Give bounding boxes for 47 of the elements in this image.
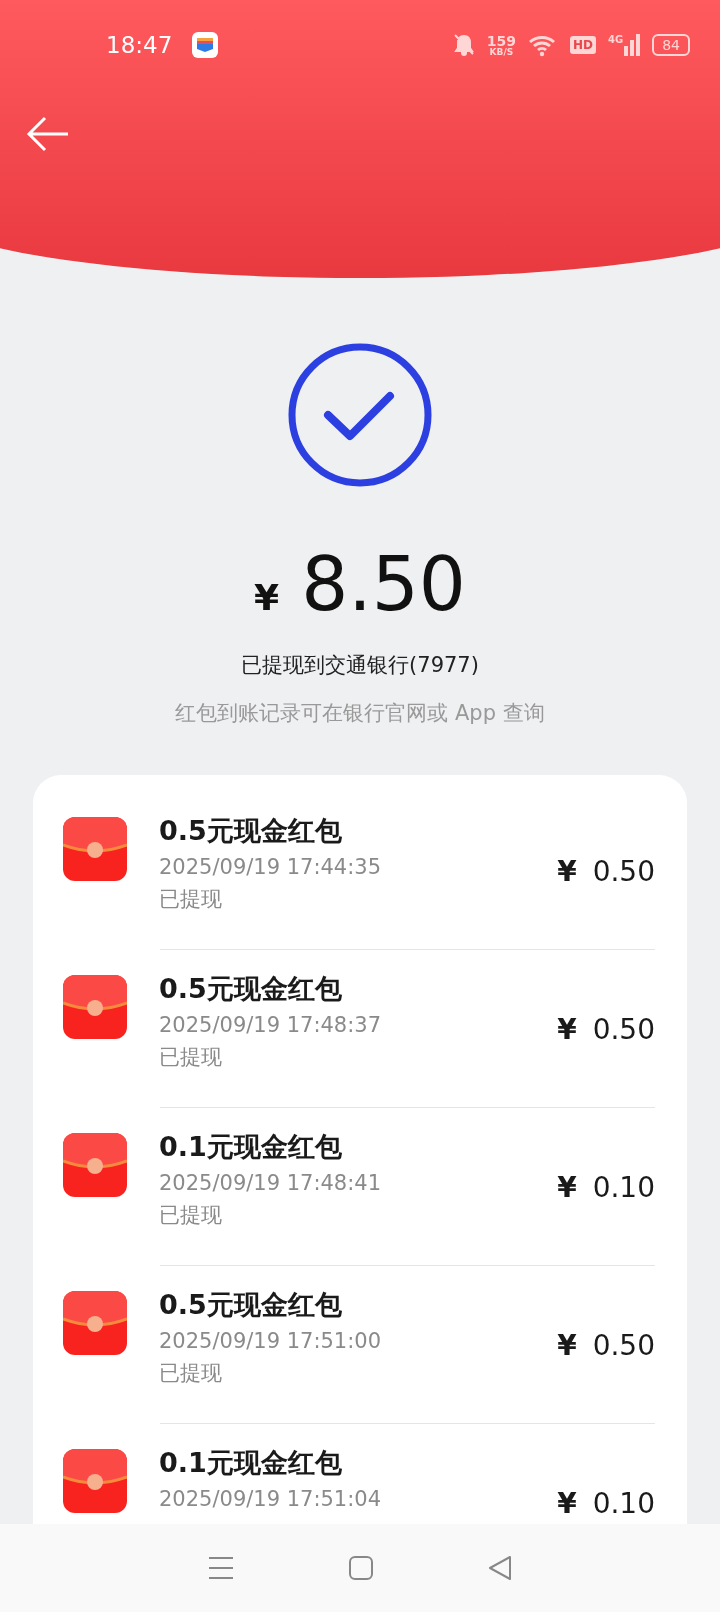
record-time: 2025/09/19 17:44:35 <box>159 855 383 880</box>
withdraw-destination: 已提现到交通银行(7977) <box>241 652 479 680</box>
record-amount: 0.50 <box>592 1329 655 1363</box>
currency-symbol: ¥ <box>557 1329 577 1363</box>
wallet-app-icon <box>192 32 219 58</box>
muted-bell-icon <box>452 33 475 57</box>
back-icon[interactable] <box>488 1555 513 1581</box>
envelope-icon <box>63 1133 127 1198</box>
home-icon[interactable] <box>349 1556 373 1580</box>
network-speed: 159 KB/S <box>486 33 516 57</box>
back-arrow-icon[interactable] <box>26 116 70 152</box>
wifi-icon <box>528 33 558 57</box>
currency-symbol: ¥ <box>557 1013 577 1047</box>
record-status: 已提现 <box>159 1044 223 1072</box>
record-title: 0.5元现金红包 <box>159 1288 343 1323</box>
hd-badge: HD <box>570 36 596 54</box>
record-amount: 0.10 <box>592 1171 655 1205</box>
record-title: 0.5元现金红包 <box>159 972 343 1007</box>
record-title: 0.1元现金红包 <box>159 1446 343 1481</box>
record-status: 已提现 <box>159 886 223 914</box>
record-time: 2025/09/19 17:48:37 <box>159 1013 383 1038</box>
record-title: 0.5元现金红包 <box>159 814 343 849</box>
record-time: 2025/09/19 17:51:00 <box>159 1329 383 1354</box>
check-circle-icon <box>287 342 433 488</box>
record-amount: 0.50 <box>592 1013 655 1047</box>
record-time: 2025/09/19 17:48:41 <box>159 1171 383 1196</box>
record-time: 2025/09/19 17:51:04 <box>159 1487 383 1512</box>
record-amount: 0.50 <box>592 855 655 889</box>
record-status: 已提现 <box>159 1360 223 1388</box>
signal-icon <box>624 34 641 56</box>
status-time: 18:47 <box>106 32 173 58</box>
envelope-icon <box>63 817 127 882</box>
record-title: 0.1元现金红包 <box>159 1130 343 1165</box>
envelope-icon <box>63 1449 127 1514</box>
envelope-icon <box>63 975 127 1040</box>
record-amount: 0.10 <box>592 1487 655 1521</box>
currency-symbol: ¥ <box>557 1487 577 1521</box>
currency-symbol: ¥ <box>557 1171 577 1205</box>
battery-indicator: 84 <box>652 34 690 56</box>
record-note: 红包到账记录可在银行官网或 App 查询 <box>175 700 545 728</box>
network-type: 4G <box>608 34 624 45</box>
currency-symbol: ¥ <box>557 855 577 889</box>
record-status: 已提现 <box>159 1202 223 1230</box>
currency-symbol: ¥ <box>254 577 280 618</box>
menu-icon[interactable] <box>207 1556 234 1580</box>
envelope-icon <box>63 1291 127 1356</box>
total-amount: 8.50 <box>301 544 466 626</box>
